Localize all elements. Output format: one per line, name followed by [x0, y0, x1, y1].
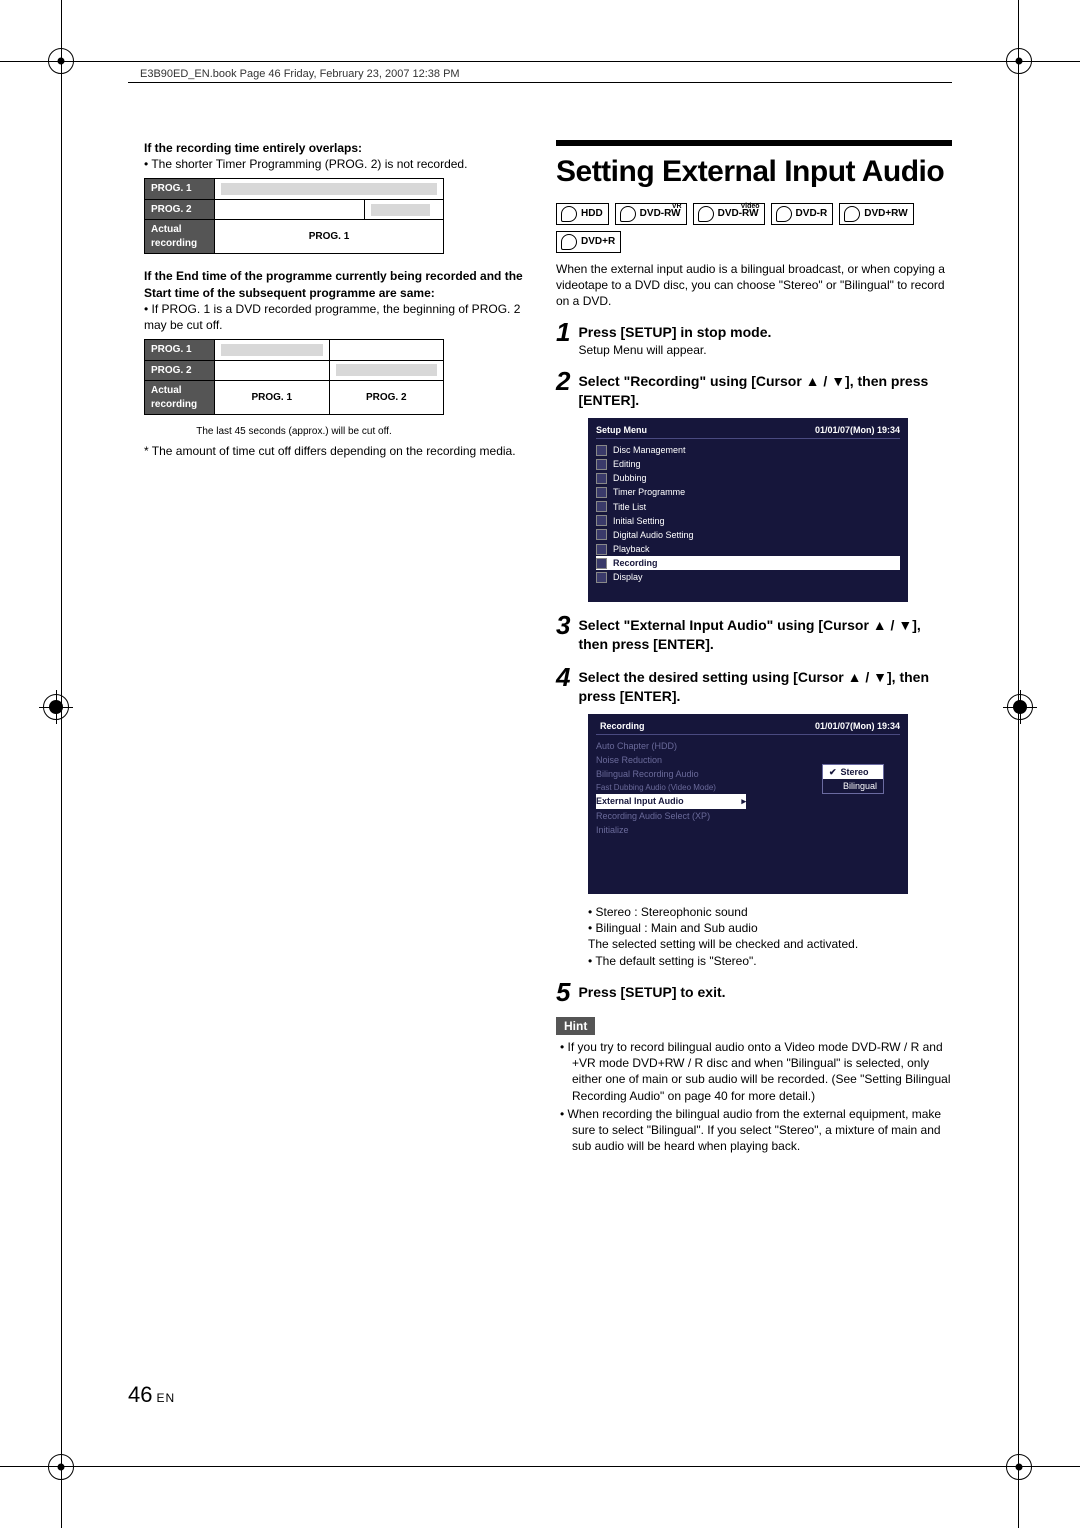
disc-dvd-rw-video-icon: VideoDVD-RW	[693, 203, 765, 225]
option-stereo: ✔Stereo	[823, 765, 883, 779]
crop-mark-br	[1006, 1454, 1032, 1480]
after-text-3: The selected setting will be checked and…	[588, 936, 952, 952]
step-5: 5 Press [SETUP] to exit.	[556, 979, 952, 1005]
tbl1-r3-label: Actual recording	[145, 220, 215, 254]
step-3-title: Select "External Input Audio" using [Cur…	[578, 616, 952, 654]
menu1-item-selected: Recording	[596, 556, 900, 570]
overlap-table-1: PROG. 1 PROG. 2 Actual recordingPROG. 1	[144, 178, 444, 254]
tbl1-r3-value: PROG. 1	[215, 220, 444, 254]
step-4: 4 Select the desired setting using [Curs…	[556, 664, 952, 706]
step-1-sub: Setup Menu will appear.	[578, 342, 952, 358]
disc-icon	[620, 206, 636, 222]
disc-icon	[561, 234, 577, 250]
menu2-item: Noise Reduction	[596, 753, 746, 767]
tbl1-r2-label: PROG. 2	[145, 199, 215, 220]
step-5-title: Press [SETUP] to exit.	[578, 983, 952, 1002]
step-3: 3 Select "External Input Audio" using [C…	[556, 612, 952, 654]
step-1-number: 1	[556, 319, 570, 358]
disc-icons-row: HDD VRDVD-RW VideoDVD-RW DVD-R DVD+RW DV…	[556, 203, 952, 253]
recording-menu-screenshot: Recording 01/01/07(Mon) 19:34 Auto Chapte…	[588, 714, 908, 894]
disc-dvd-plus-rw-icon: DVD+RW	[839, 203, 913, 225]
submenu-options: ✔Stereo Bilingual	[822, 764, 884, 794]
tbl2-r3b: PROG. 1	[215, 381, 330, 415]
crop-line-right	[1018, 0, 1019, 1528]
step-3-number: 3	[556, 612, 570, 654]
menu2-item: Bilingual Recording Audio	[596, 767, 746, 781]
crop-line-left	[61, 0, 62, 1528]
hint-badge: Hint	[556, 1017, 595, 1035]
page-number: 46EN	[128, 1382, 175, 1408]
check-icon: ✔	[829, 766, 837, 778]
hint-para-1: • If you try to record bilingual audio o…	[556, 1039, 952, 1104]
step-2-title: Select "Recording" using [Cursor ▲ / ▼],…	[578, 372, 952, 410]
menu2-item: Auto Chapter (HDD)	[596, 739, 746, 753]
intro-text: When the external input audio is a bilin…	[556, 261, 952, 310]
menu2-item: Initialize	[596, 823, 746, 837]
after-bullet-1: • Stereo : Stereophonic sound	[588, 904, 952, 920]
disc-icon	[844, 206, 860, 222]
page-header: E3B90ED_EN.book Page 46 Friday, February…	[140, 68, 460, 80]
disc-hdd-icon: HDD	[556, 203, 609, 225]
left-heading-2: If the End time of the programme current…	[128, 268, 524, 300]
step-1: 1 Press [SETUP] in stop mode. Setup Menu…	[556, 319, 952, 358]
menu1-item: Title List	[596, 500, 900, 514]
tbl2-caption: The last 45 seconds (approx.) will be cu…	[144, 425, 444, 439]
left-column: If the recording time entirely overlaps:…	[128, 140, 524, 1156]
option-bilingual: Bilingual	[823, 779, 883, 793]
menu1-item: Editing	[596, 457, 900, 471]
section-title: Setting External Input Audio	[556, 140, 952, 193]
menu1-item: Display	[596, 570, 900, 584]
left-para-1: • The shorter Timer Programming (PROG. 2…	[128, 156, 524, 172]
tbl2-r1-label: PROG. 1	[145, 340, 215, 361]
setup-menu-screenshot: Setup Menu 01/01/07(Mon) 19:34 Disc Manag…	[588, 418, 908, 603]
registration-mark-left	[43, 694, 73, 724]
header-rule	[128, 82, 952, 83]
right-column: Setting External Input Audio HDD VRDVD-R…	[556, 140, 952, 1156]
step-1-title: Press [SETUP] in stop mode.	[578, 323, 952, 342]
hdd-icon	[561, 206, 577, 222]
overlap-table-2: PROG. 1 PROG. 2 Actual recordingPROG. 1P…	[144, 339, 444, 415]
step-2: 2 Select "Recording" using [Cursor ▲ / ▼…	[556, 368, 952, 410]
left-para-2: • If PROG. 1 is a DVD recorded programme…	[128, 301, 524, 333]
disc-dvd-r-icon: DVD-R	[771, 203, 834, 225]
menu1-datetime: 01/01/07(Mon) 19:34	[815, 424, 900, 436]
step-5-number: 5	[556, 979, 570, 1005]
menu2-item: Recording Audio Select (XP)	[596, 809, 746, 823]
crop-line-bottom	[0, 1466, 1080, 1467]
menu2-item-selected: External Input Audio▸	[596, 794, 746, 808]
tbl2-r3c: PROG. 2	[329, 381, 444, 415]
step-4-number: 4	[556, 664, 570, 706]
disc-icon	[776, 206, 792, 222]
menu1-item: Playback	[596, 542, 900, 556]
tbl1-r1-label: PROG. 1	[145, 179, 215, 200]
after-bullet-4: • The default setting is "Stereo".	[588, 953, 952, 969]
after-bullet-2: • Bilingual : Main and Sub audio	[588, 920, 952, 936]
step-2-number: 2	[556, 368, 570, 410]
crop-line-top	[0, 61, 1080, 62]
menu1-item: Digital Audio Setting	[596, 528, 900, 542]
tbl2-r3-label: Actual recording	[145, 381, 215, 415]
left-para-3: * The amount of time cut off differs dep…	[128, 443, 524, 459]
menu2-datetime: 01/01/07(Mon) 19:34	[815, 720, 900, 732]
menu1-title: Setup Menu	[596, 424, 647, 436]
menu1-item: Timer Programme	[596, 485, 900, 499]
disc-dvd-rw-vr-icon: VRDVD-RW	[615, 203, 687, 225]
menu1-item: Dubbing	[596, 471, 900, 485]
registration-mark-right	[1007, 694, 1037, 724]
tbl2-r2-label: PROG. 2	[145, 360, 215, 381]
left-heading-1: If the recording time entirely overlaps:	[128, 140, 524, 156]
menu2-item: Fast Dubbing Audio (Video Mode)	[596, 782, 746, 795]
menu1-item: Disc Management	[596, 443, 900, 457]
menu2-title: Recording	[600, 721, 645, 731]
menu1-item: Initial Setting	[596, 514, 900, 528]
disc-dvd-plus-r-icon: DVD+R	[556, 231, 621, 253]
step-4-title: Select the desired setting using [Cursor…	[578, 668, 952, 706]
disc-icon	[698, 206, 714, 222]
hint-para-2: • When recording the bilingual audio fro…	[556, 1106, 952, 1155]
chevron-right-icon: ▸	[741, 795, 746, 807]
